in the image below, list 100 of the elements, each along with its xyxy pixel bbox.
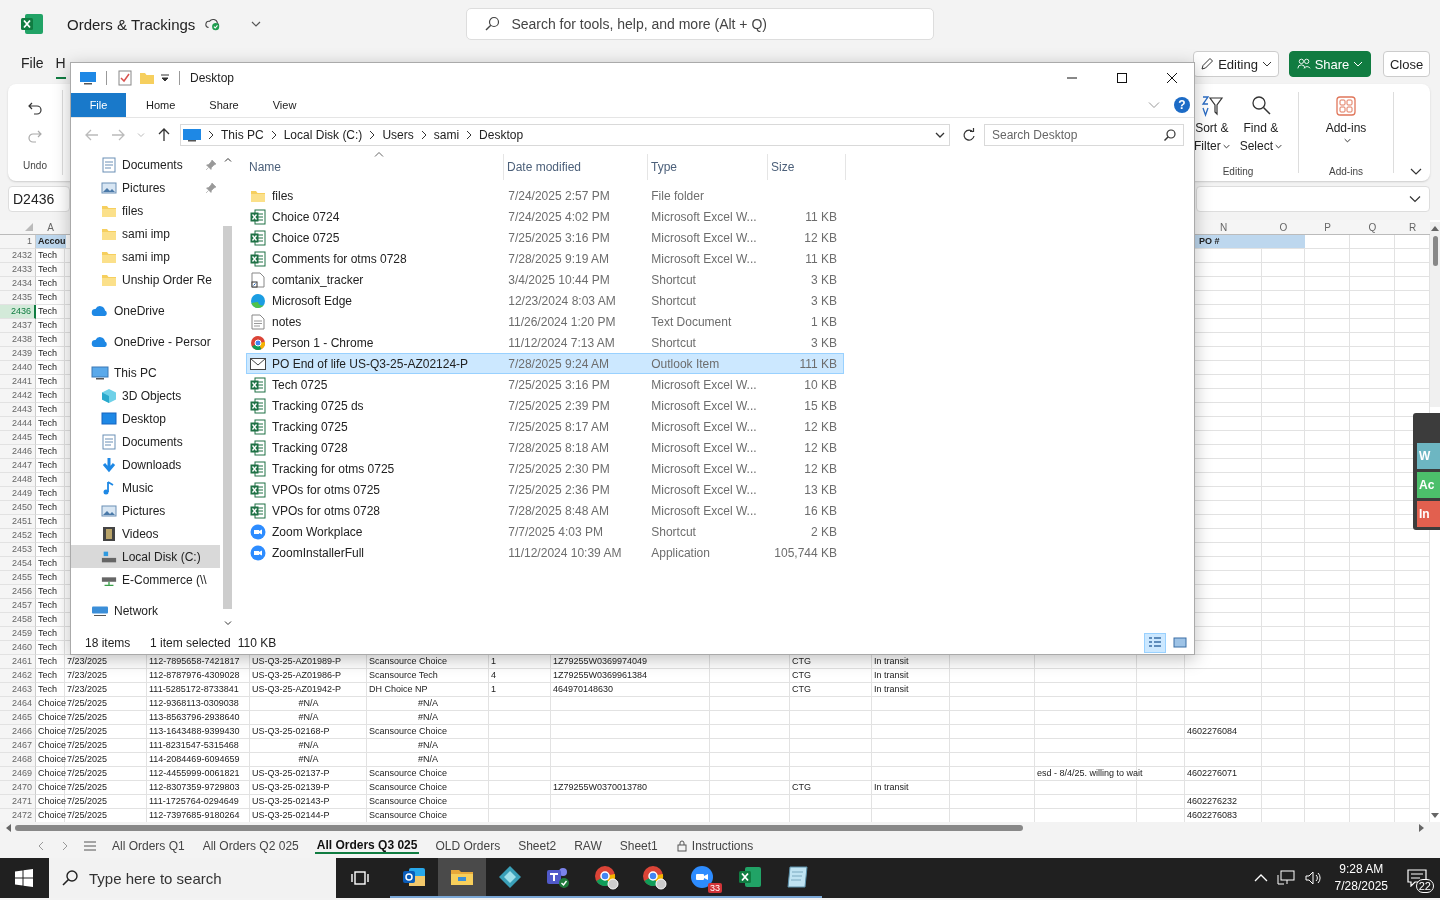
navigation-item[interactable]: OneDrive - Persor bbox=[71, 330, 220, 353]
navigation-item[interactable]: OneDrive bbox=[71, 299, 220, 322]
navigation-item[interactable]: Downloads bbox=[71, 453, 220, 476]
sheet-tab[interactable]: OLD Orders bbox=[433, 839, 503, 853]
file-row[interactable]: ZoomInstallerFull 11/12/2024 10:39 AM Application 105,744 KB bbox=[246, 542, 844, 563]
navigation-item[interactable]: Unship Order Re bbox=[71, 268, 220, 291]
chevron-right-icon[interactable] bbox=[270, 130, 277, 140]
file-row[interactable]: Microsoft Edge 12/23/2024 8:03 AM Shortcut 3 KB bbox=[246, 290, 844, 311]
ribbon-tab[interactable]: Share bbox=[195, 93, 253, 117]
sheet-tab[interactable]: RAW bbox=[572, 839, 604, 853]
file-row[interactable]: Zoom Workplace 7/7/2025 4:03 PM Shortcut 2 KB bbox=[246, 521, 844, 542]
row-number[interactable]: 2449 bbox=[0, 487, 36, 501]
scroll-right-icon[interactable] bbox=[1418, 824, 1426, 832]
breadcrumb-item[interactable]: This PC bbox=[221, 128, 264, 142]
row-number[interactable]: 2461 bbox=[0, 655, 36, 669]
file-row[interactable]: PO End of life US-Q3-25-AZ02124-P 7/28/2025 9:24 AM Outlook Item 111 KB bbox=[246, 353, 844, 374]
breadcrumb-item[interactable]: Local Disk (C:) bbox=[283, 128, 363, 142]
navigation-item[interactable]: E-Commerce (\\ bbox=[71, 568, 220, 591]
sheet-tab[interactable]: Instructions bbox=[673, 839, 756, 853]
row-number[interactable]: 2469 bbox=[0, 767, 36, 781]
breadcrumb-item[interactable]: sami bbox=[433, 128, 460, 142]
chevron-down-icon[interactable] bbox=[251, 21, 262, 27]
pin-icon[interactable] bbox=[206, 182, 216, 193]
row-number[interactable]: 2437 bbox=[0, 319, 36, 333]
ribbon-tab[interactable]: Home bbox=[132, 93, 190, 117]
collapse-ribbon-icon[interactable] bbox=[1410, 168, 1422, 175]
row-number[interactable]: 2471 bbox=[0, 795, 36, 809]
column-header[interactable]: Name bbox=[246, 154, 504, 180]
row-number[interactable]: 2451 bbox=[0, 515, 36, 529]
scroll-down-icon[interactable] bbox=[1431, 812, 1439, 820]
file-row[interactable]: VPOs for otms 0728 7/28/2025 8:48 AM Microsoft Excel W... 16 KB bbox=[246, 500, 844, 521]
taskbar-button[interactable]: 33 bbox=[678, 858, 726, 898]
navigation-item[interactable]: Pictures bbox=[71, 499, 220, 522]
help-button[interactable]: ? bbox=[1174, 97, 1190, 113]
file-row[interactable]: Person 1 - Chrome 11/12/2024 7:13 AM Shortcut 3 KB bbox=[246, 332, 844, 353]
expand-icon[interactable] bbox=[1409, 193, 1421, 205]
column-header[interactable]: N bbox=[1219, 221, 1228, 233]
column-header[interactable]: O bbox=[1279, 221, 1288, 233]
row-number[interactable]: 2438 bbox=[0, 333, 36, 347]
column-header[interactable]: Date modified bbox=[504, 154, 648, 180]
file-row[interactable]: VPOs for otms 0725 7/25/2025 2:36 PM Microsoft Excel W... 13 KB bbox=[246, 479, 844, 500]
row-number[interactable]: 2436 bbox=[0, 305, 36, 319]
row-number[interactable]: 2457 bbox=[0, 599, 36, 613]
row-number[interactable]: 2440 bbox=[0, 361, 36, 375]
row-number[interactable]: 2446 bbox=[0, 445, 36, 459]
row-number[interactable]: 2463 bbox=[0, 683, 36, 697]
row-number[interactable]: 2448 bbox=[0, 473, 36, 487]
file-row[interactable]: Tracking 0725 ds 7/25/2025 2:39 PM Microsoft Excel W... 15 KB bbox=[246, 395, 844, 416]
row-number[interactable]: 2452 bbox=[0, 529, 36, 543]
chevron-right-icon[interactable] bbox=[466, 130, 473, 140]
navigation-item[interactable]: Pictures bbox=[71, 176, 220, 199]
column-header[interactable]: P bbox=[1324, 221, 1331, 233]
breadcrumb-item[interactable]: Users bbox=[382, 128, 414, 142]
navigation-item[interactable]: sami imp bbox=[71, 245, 220, 268]
row-number[interactable]: 2432 bbox=[0, 249, 36, 263]
menu-tab[interactable]: File bbox=[21, 49, 44, 79]
chevron-right-icon[interactable] bbox=[420, 130, 427, 140]
row-number[interactable]: 2472 bbox=[0, 809, 36, 822]
row-number[interactable]: 2458 bbox=[0, 613, 36, 627]
undo-icon[interactable] bbox=[27, 100, 43, 116]
taskbar-button[interactable] bbox=[438, 858, 486, 898]
navigation-item[interactable]: Videos bbox=[71, 522, 220, 545]
add-ins-button[interactable]: Add-ins bbox=[1323, 92, 1369, 145]
breadcrumb-item[interactable]: Desktop bbox=[479, 128, 524, 142]
file-row[interactable]: Tracking 0725 7/25/2025 8:17 AM Microsoft Excel W... 12 KB bbox=[246, 416, 844, 437]
row-number[interactable]: 2464 bbox=[0, 697, 36, 711]
row-number[interactable]: 2466 bbox=[0, 725, 36, 739]
ribbon-tab[interactable]: File bbox=[71, 93, 126, 117]
find-select-button[interactable]: Find & Select bbox=[1237, 92, 1284, 156]
navigation-item[interactable]: This PC bbox=[71, 361, 220, 384]
column-header[interactable]: Q bbox=[1368, 221, 1377, 233]
close-button[interactable]: Close bbox=[1383, 51, 1430, 77]
row-number[interactable]: 2443 bbox=[0, 403, 36, 417]
customize-toolbar-icon[interactable] bbox=[161, 74, 169, 82]
task-view-icon[interactable] bbox=[350, 869, 370, 887]
sheet-tab[interactable]: All Orders Q2 025 bbox=[200, 839, 301, 853]
chevron-right-icon[interactable] bbox=[208, 130, 214, 140]
scroll-up-icon[interactable] bbox=[1431, 224, 1439, 232]
sort-filter-button[interactable]: Sort & Filter bbox=[1191, 92, 1232, 156]
sheet-tab[interactable]: All Orders Q1 bbox=[110, 839, 187, 853]
editing-mode-button[interactable]: Editing bbox=[1193, 51, 1279, 77]
navigation-item[interactable]: Desktop bbox=[71, 407, 220, 430]
navigation-item[interactable]: 3D Objects bbox=[71, 384, 220, 407]
row-number[interactable]: 2442 bbox=[0, 389, 36, 403]
sheet-tab[interactable]: Sheet2 bbox=[516, 839, 559, 853]
row-number[interactable]: 2465 bbox=[0, 711, 36, 725]
name-box[interactable]: D2436 bbox=[8, 186, 70, 212]
row-number[interactable]: 2444 bbox=[0, 417, 36, 431]
previous-sheet-icon[interactable] bbox=[36, 841, 46, 851]
sheet-tab[interactable]: All Orders Q3 025 bbox=[314, 838, 420, 854]
dropdown-icon[interactable] bbox=[935, 130, 945, 140]
row-number[interactable]: 2433 bbox=[0, 263, 36, 277]
navigation-item[interactable]: sami imp bbox=[71, 222, 220, 245]
refresh-icon[interactable] bbox=[962, 128, 976, 142]
row-number[interactable]: 2453 bbox=[0, 543, 36, 557]
file-row[interactable]: Tech 0725 7/25/2025 3:16 PM Microsoft Excel W... 10 KB bbox=[246, 374, 844, 395]
navigation-item[interactable]: Documents bbox=[71, 430, 220, 453]
row-number[interactable]: 2456 bbox=[0, 585, 36, 599]
navigation-item[interactable]: Music bbox=[71, 476, 220, 499]
column-header[interactable]: Type bbox=[648, 154, 768, 180]
